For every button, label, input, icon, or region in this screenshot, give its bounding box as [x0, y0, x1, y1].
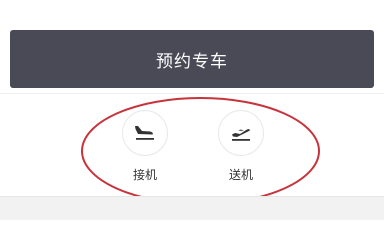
divider: [0, 93, 384, 94]
plane-landing-icon: [122, 110, 168, 156]
plane-takeoff-icon: [218, 110, 264, 156]
screen: 预约专车 接机 送机: [0, 0, 384, 220]
bottom-bar: [0, 196, 384, 220]
airport-pickup-option[interactable]: 接机: [115, 110, 175, 186]
top-strip: [0, 0, 384, 28]
dropoff-label: 送机: [228, 168, 253, 182]
pickup-label: 接机: [132, 168, 157, 182]
airport-dropoff-option[interactable]: 送机: [211, 110, 271, 186]
book-car-button[interactable]: 预约专车: [10, 30, 374, 88]
